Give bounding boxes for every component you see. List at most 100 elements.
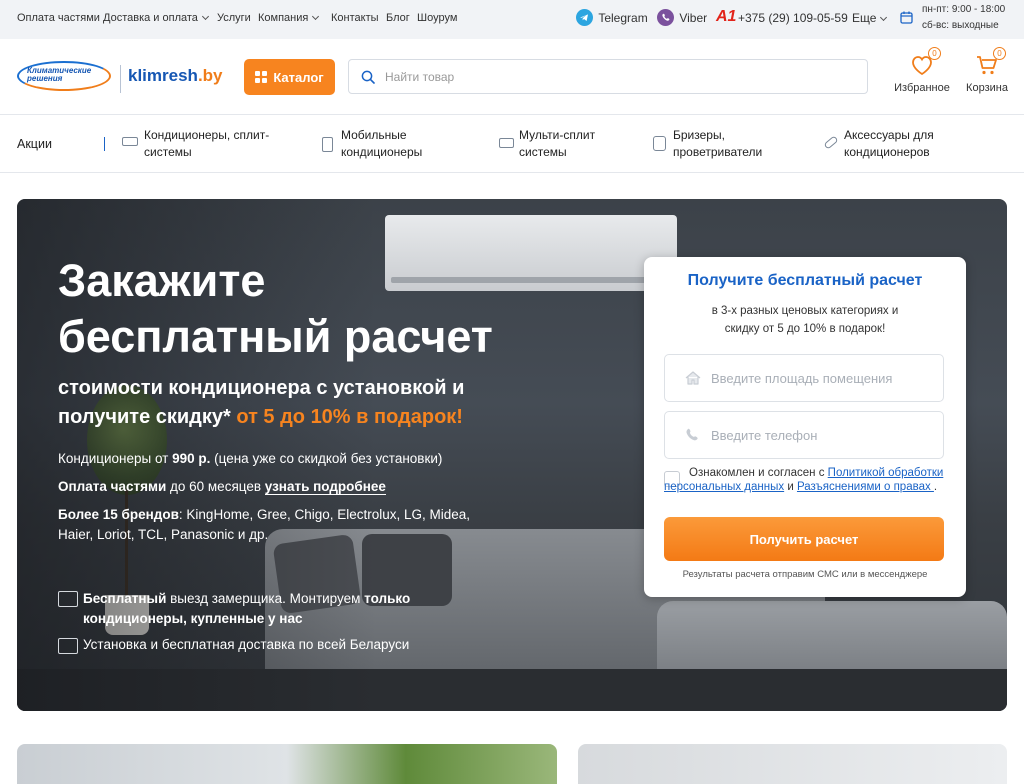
- search-input[interactable]: [385, 60, 855, 93]
- nav-item-label: Бризеры,: [673, 128, 725, 142]
- nav-item-label: системы: [519, 145, 567, 159]
- hero-title-line: бесплатный расчет: [58, 311, 493, 362]
- cart-label: Корзина: [966, 82, 1008, 94]
- hero-discount-highlight: от 5 до 10% в подарок!: [236, 406, 463, 428]
- more-dropdown[interactable]: Еще: [852, 11, 888, 25]
- shop-icon: [58, 591, 78, 607]
- form-note: Результаты расчета отправим СМС или в ме…: [682, 569, 928, 580]
- phone-icon: [685, 428, 701, 442]
- nav-divider: [104, 137, 105, 151]
- phone-link[interactable]: +375 (29) 109-05-59: [738, 11, 848, 25]
- logo-tld: .by: [197, 66, 223, 85]
- nav-item-label: проветриватели: [673, 145, 763, 159]
- feature-bold: только: [364, 591, 411, 606]
- promo-card[interactable]: [17, 744, 557, 784]
- rights-explanation-link[interactable]: Разъяснениями о правах: [797, 481, 934, 493]
- favorites-count-badge: 0: [928, 47, 941, 60]
- topbar-link-blog[interactable]: Блог: [386, 12, 410, 24]
- cart-count-badge: 0: [993, 47, 1006, 60]
- promo-card[interactable]: [578, 744, 1007, 784]
- hero-brands-line: Более 15 брендов: KingHome, Gree, Chigo,…: [58, 505, 470, 525]
- hero-feature-1: Бесплатный выезд замерщика. Монтируем то…: [83, 589, 410, 609]
- cart-button[interactable]: Корзина 0: [962, 47, 1012, 94]
- hero-feature-1-line-2: кондиционеры, купленные у нас: [83, 611, 303, 626]
- hero-title-line: Закажите: [58, 255, 266, 306]
- hero-feature-2: Установка и бесплатная доставка по всей …: [83, 637, 410, 652]
- nav-item-mobile-ac[interactable]: Мобильные кондиционеры: [322, 127, 422, 161]
- viber-icon: [657, 9, 674, 26]
- installment-title: Оплата частями: [58, 479, 167, 494]
- nav-item-label: системы: [144, 145, 192, 159]
- price-note: (цена уже со скидкой без установки): [210, 451, 443, 466]
- consent-label: .: [933, 480, 938, 493]
- brands-title: Более 15 брендов: [58, 507, 179, 522]
- feature-text: выезд замерщика. Монтируем: [166, 591, 365, 606]
- viber-link[interactable]: Viber: [657, 9, 708, 27]
- split-ac-icon: [122, 137, 138, 146]
- calculation-form: Получите бесплатный расчет в 3-х разных …: [644, 257, 966, 597]
- topbar-link-showroom[interactable]: Шоурум: [417, 12, 457, 24]
- form-title: Получите бесплатный расчет: [687, 272, 923, 289]
- price-text: Кондиционеры от: [58, 451, 173, 466]
- nav-item-label: Мульти-сплит: [519, 128, 596, 142]
- form-description: в 3-х разных ценовых категориях и скидку…: [644, 302, 966, 338]
- hours-weekdays: пн-пт: 9:00 - 18:00: [922, 4, 1006, 15]
- phone-field: [664, 411, 944, 459]
- consent-text: Ознакомлен и согласен с Политикой обрабо…: [664, 467, 948, 494]
- installment-more-link[interactable]: узнать подробнее: [264, 479, 386, 495]
- favorites-button[interactable]: Избранное 0: [893, 47, 951, 94]
- phone-input[interactable]: [711, 412, 937, 458]
- calendar-icon: [900, 11, 913, 27]
- consent-label: Ознакомлен и согласен с: [689, 467, 828, 479]
- hero-subtitle: стоимости кондиционера с установкой и по…: [58, 374, 464, 432]
- delivery-truck-icon: [58, 638, 78, 654]
- topbar-link-delivery-label: Доставка и оплата: [103, 12, 198, 24]
- nav-item-label: Кондиционеры, сплит-: [144, 128, 270, 142]
- logo-emblem[interactable]: Климатические решения: [17, 61, 111, 91]
- catalog-button[interactable]: Каталог: [244, 59, 335, 95]
- chevron-down-icon: [201, 12, 209, 21]
- hero-price-line: Кондиционеры от 990 р. (цена уже со скид…: [58, 449, 442, 469]
- logo-divider: [120, 65, 121, 93]
- topbar-link-installment[interactable]: Оплата частями: [17, 12, 100, 24]
- form-description-line: в 3-х разных ценовых категориях и: [711, 305, 899, 317]
- hours-weekend: сб-вс: выходные: [922, 20, 999, 31]
- installment-text: до 60 месяцев: [166, 479, 265, 494]
- mobile-ac-icon: [322, 137, 333, 152]
- nav-item-label: Аксессуары для: [844, 128, 934, 142]
- hero-title: Закажите бесплатный расчет: [58, 253, 493, 365]
- a1-logo: A1: [716, 8, 737, 25]
- viber-label: Viber: [679, 10, 708, 25]
- search-icon[interactable]: [361, 70, 375, 89]
- feature-bold: Бесплатный: [83, 591, 167, 606]
- topbar-link-services[interactable]: Услуги: [217, 12, 251, 24]
- topbar-link-delivery[interactable]: Доставка и оплата: [103, 12, 209, 24]
- hero-installment-line: Оплата частями до 60 месяцев узнать подр…: [58, 477, 386, 497]
- telegram-link[interactable]: Telegram: [576, 9, 648, 27]
- site-header: Климатические решения klimresh.by Катало…: [0, 39, 1024, 115]
- nav-item-label: кондиционеров: [844, 145, 930, 159]
- logo-wordmark[interactable]: klimresh.by: [128, 66, 223, 86]
- telegram-label: Telegram: [598, 10, 648, 25]
- nav-item-breezers[interactable]: Бризеры, проветриватели: [653, 127, 762, 161]
- form-description-line: скидку от 5 до 10% в подарок!: [724, 323, 886, 335]
- telegram-icon: [576, 9, 593, 26]
- nav-item-multi-split[interactable]: Мульти-сплит системы: [499, 127, 595, 161]
- nav-item-split-systems[interactable]: Кондиционеры, сплит-системы: [122, 127, 269, 161]
- consent-label: и: [784, 480, 797, 493]
- price-value: 990 р.: [172, 451, 211, 466]
- topbar-link-contacts[interactable]: Контакты: [331, 12, 379, 24]
- hero-subtitle-line: получите скидку*: [58, 406, 237, 428]
- area-field: [664, 354, 944, 402]
- search-box: [348, 59, 868, 94]
- area-input[interactable]: [711, 355, 937, 401]
- topbar-link-company[interactable]: Компания: [258, 12, 320, 24]
- top-bar: Оплата частями Доставка и оплата Услуги …: [0, 0, 1024, 39]
- category-nav: Акции Кондиционеры, сплит-системы Мобиль…: [0, 115, 1024, 173]
- get-calculation-button[interactable]: Получить расчет: [664, 517, 944, 561]
- favorites-label: Избранное: [894, 82, 950, 94]
- catalog-label: Каталог: [273, 69, 324, 85]
- nav-item-accessories[interactable]: Аксессуары для кондиционеров: [823, 127, 934, 161]
- chevron-down-icon: [312, 12, 320, 21]
- nav-item-promo[interactable]: Акции: [17, 136, 52, 153]
